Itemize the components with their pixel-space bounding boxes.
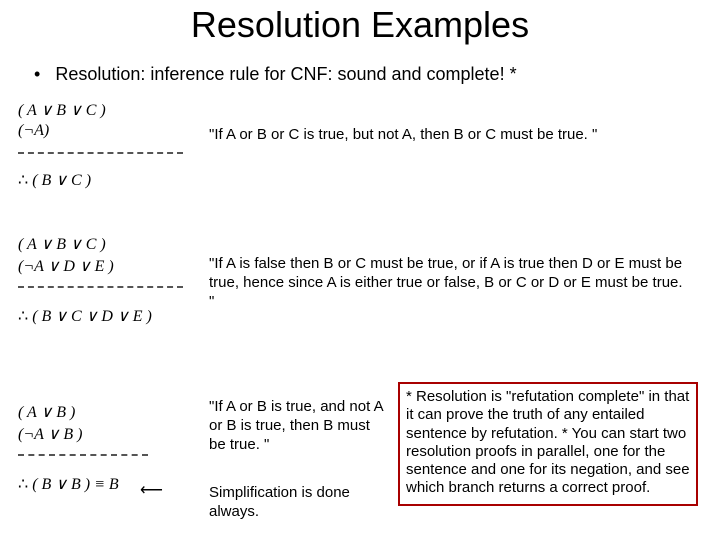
proof2-line2: (¬A ∨ D ∨ E ) <box>18 256 114 276</box>
proof3-quote: "If A or B is true, and not A or B is tr… <box>209 398 384 454</box>
therefore-icon: ∴ <box>18 172 28 189</box>
proof3-rule-line <box>18 454 148 456</box>
proof1-result: ∴ ∴ ( B ∨ C ) ( B ∨ C ) <box>18 170 91 190</box>
proof1-line1: ( A ∨ B ∨ C ) <box>18 100 106 120</box>
therefore-icon: ∴ <box>18 476 28 493</box>
proof3-line2: (¬A ∨ B ) <box>18 424 82 444</box>
proof2-result: ∴ ∴ ( B ∨ C ∨ D ∨ E ) ( B ∨ C ∨ D ∨ E ) <box>18 306 152 326</box>
proof2-rule-line <box>18 286 183 288</box>
arrow-left-icon: ⟵ <box>140 480 163 500</box>
subtitle-row: • Resolution: inference rule for CNF: so… <box>34 64 700 85</box>
refutation-box: * Resolution is "refutation complete" in… <box>398 382 698 506</box>
proof1-quote: "If A or B or C is true, but not A, then… <box>209 126 690 143</box>
subtitle-text: Resolution: inference rule for CNF: soun… <box>55 64 516 84</box>
slide-title: Resolution Examples <box>0 4 720 46</box>
proof1-rule-line <box>18 152 183 154</box>
proof1-line2: (¬A) <box>18 122 49 140</box>
proof2-quote: "If A is false then B or C must be true,… <box>209 255 690 311</box>
therefore-icon: ∴ <box>18 308 28 325</box>
simplification-note: Simplification is done always. <box>209 484 384 522</box>
proof2-line1: ( A ∨ B ∨ C ) <box>18 234 106 254</box>
slide: Resolution Examples • Resolution: infere… <box>0 0 720 540</box>
bullet-icon: • <box>34 64 40 84</box>
proof3-result: ∴ ∴ ( B ∨ B ) ≡ B ( B ∨ B ) ≡ B <box>18 474 119 494</box>
proof3-line1: ( A ∨ B ) <box>18 402 75 422</box>
